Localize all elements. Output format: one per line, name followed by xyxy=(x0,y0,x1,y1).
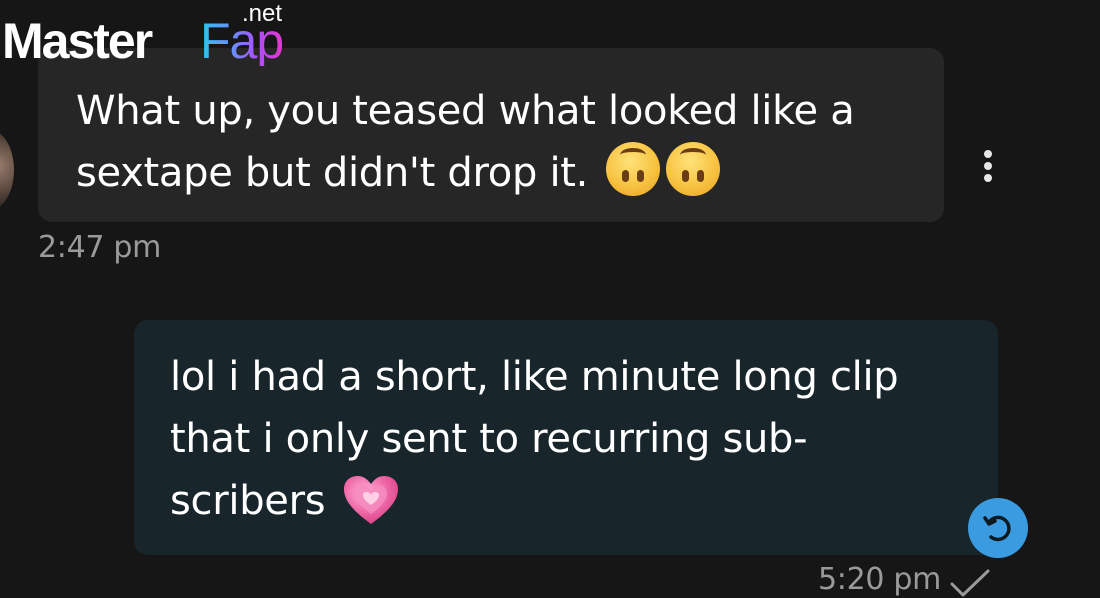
undo-icon xyxy=(983,515,1011,542)
undo-button[interactable] xyxy=(968,498,1028,558)
upside-down-face-emoji-icon xyxy=(666,142,721,196)
incoming-message-text: What up, you teased what looked like a s… xyxy=(76,80,908,204)
incoming-message-bubble[interactable]: What up, you teased what looked like a s… xyxy=(38,48,944,222)
outgoing-timestamp: 5:20 pm xyxy=(818,562,942,597)
watermark-master-text: Master xyxy=(2,13,153,69)
more-vertical-icon[interactable] xyxy=(980,150,996,190)
outgoing-message-line-1: lol i had a short, like minute long clip xyxy=(170,354,899,400)
incoming-message-line-1: What up, you teased what looked like a xyxy=(76,88,855,134)
growing-heart-emoji-icon xyxy=(342,474,400,526)
upside-down-face-emoji-icon xyxy=(606,142,661,196)
outgoing-message-text: lol i had a short, like minute long clip… xyxy=(170,346,968,532)
outgoing-message-line-3: scribers xyxy=(170,478,326,524)
incoming-message-line-2: sextape but didn't drop it. xyxy=(76,150,589,196)
check-icon xyxy=(950,569,990,597)
avatar[interactable] xyxy=(0,130,14,210)
outgoing-message-bubble[interactable]: lol i had a short, like minute long clip… xyxy=(134,320,998,555)
outgoing-message-line-2: that i only sent to recurring sub- xyxy=(170,416,808,462)
incoming-timestamp: 2:47 pm xyxy=(38,230,162,265)
watermark-tld-text: .net xyxy=(242,0,283,27)
